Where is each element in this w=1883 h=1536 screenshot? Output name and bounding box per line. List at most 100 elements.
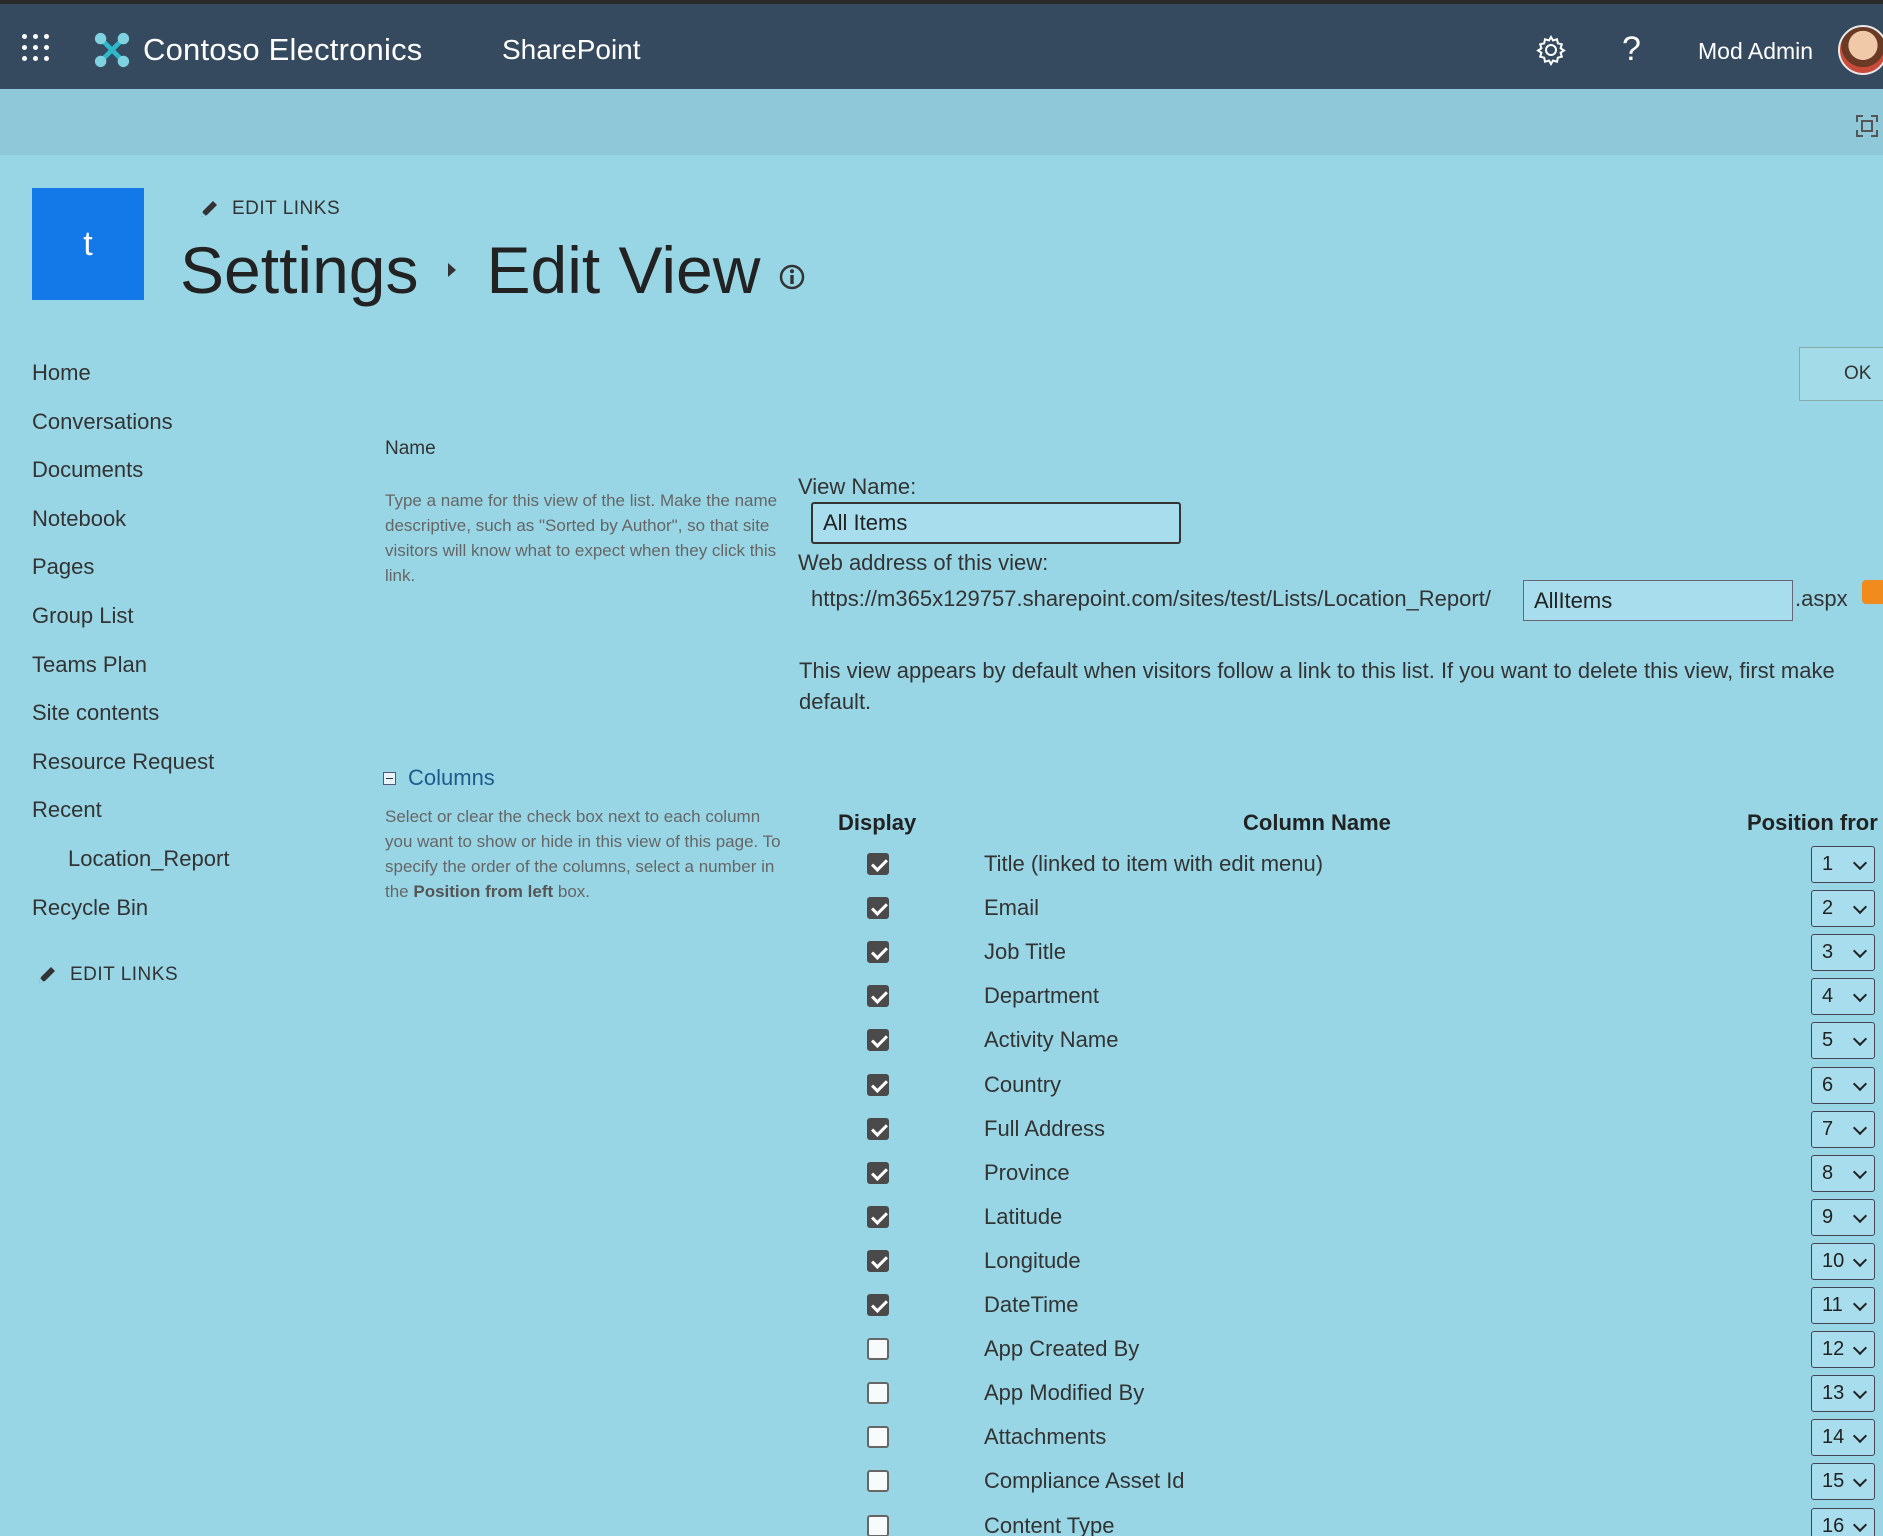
display-checkbox[interactable] [867, 1294, 889, 1316]
chevron-down-icon [1852, 900, 1868, 915]
help-icon[interactable]: ? [1622, 30, 1641, 69]
position-select[interactable]: 10 [1811, 1242, 1875, 1280]
table-row: Department 4 [0, 977, 1883, 1021]
position-select[interactable]: 11 [1811, 1287, 1875, 1324]
collapse-icon [383, 771, 396, 785]
brand-link[interactable]: Contoso Electronics [93, 31, 423, 69]
column-name: Email [984, 895, 1040, 921]
position-select[interactable]: 13 [1811, 1375, 1875, 1413]
position-select[interactable]: 12 [1811, 1331, 1875, 1369]
position-select[interactable]: 1 [1811, 846, 1875, 883]
position-value: 11 [1822, 1294, 1843, 1316]
column-name: App Modified By [984, 1380, 1145, 1406]
column-name: Activity Name [984, 1027, 1119, 1053]
url-suffix: .aspx [1795, 586, 1848, 611]
chevron-down-icon [1852, 1032, 1868, 1047]
position-select[interactable]: 15 [1811, 1463, 1875, 1501]
display-checkbox[interactable] [867, 853, 889, 875]
nav-item-pages[interactable]: Pages [32, 550, 229, 599]
breadcrumb-current: Edit View [486, 233, 761, 307]
info-icon[interactable] [778, 263, 806, 291]
breadcrumb-settings[interactable]: Settings [180, 232, 418, 308]
display-checkbox[interactable] [867, 1161, 889, 1184]
chevron-down-icon [1852, 1473, 1868, 1488]
focus-mode-icon[interactable] [1856, 115, 1878, 137]
chevron-down-icon [1852, 1164, 1868, 1179]
display-checkbox[interactable] [867, 1382, 889, 1405]
display-checkbox[interactable] [867, 1073, 889, 1096]
display-checkbox[interactable] [867, 1514, 889, 1536]
position-select[interactable]: 4 [1811, 978, 1875, 1016]
table-row: Country 6 [0, 1066, 1883, 1110]
waffle-icon[interactable] [22, 34, 52, 64]
position-select[interactable]: 6 [1811, 1066, 1875, 1104]
position-value: 9 [1822, 1205, 1834, 1228]
nav-item-conversations[interactable]: Conversations [32, 405, 229, 454]
default-view-note-line2: default. [799, 689, 872, 714]
nav-item-notebook[interactable]: Notebook [32, 502, 229, 551]
edit-links-label: EDIT LINKS [232, 198, 341, 219]
table-row: Province 8 [0, 1154, 1883, 1198]
position-value: 5 [1822, 1029, 1834, 1052]
display-checkbox[interactable] [867, 1205, 889, 1228]
web-address-label: Web address of this view: [798, 550, 1049, 575]
position-select[interactable]: 9 [1811, 1198, 1875, 1236]
view-name-input[interactable] [811, 502, 1181, 544]
column-name: Attachments [984, 1424, 1107, 1450]
column-name: Province [984, 1159, 1070, 1185]
chevron-down-icon [1852, 1252, 1868, 1267]
display-checkbox[interactable] [867, 897, 889, 920]
position-select[interactable]: 7 [1811, 1110, 1875, 1148]
display-checkbox[interactable] [867, 1249, 889, 1272]
table-row: Activity Name 5 [0, 1021, 1883, 1065]
avatar[interactable] [1838, 25, 1883, 75]
display-checkbox[interactable] [867, 1029, 889, 1052]
column-name: Job Title [984, 939, 1066, 965]
position-select[interactable]: 2 [1811, 890, 1875, 928]
gear-icon[interactable] [1535, 34, 1567, 66]
display-checkbox[interactable] [867, 1338, 889, 1361]
table-row: Content Type 16 [0, 1507, 1883, 1536]
brand-name: Contoso Electronics [143, 32, 423, 67]
position-value: 16 [1822, 1514, 1845, 1536]
position-select[interactable]: 8 [1811, 1154, 1875, 1192]
default-view-note: This view appears by default when visito… [799, 655, 1883, 717]
column-name: Country [984, 1071, 1062, 1097]
display-checkbox[interactable] [867, 985, 889, 1008]
default-view-note-line1: This view appears by default when visito… [799, 658, 1835, 683]
display-checkbox[interactable] [867, 1117, 889, 1140]
nav-item-resource-request[interactable]: Resource Request [32, 745, 229, 794]
columns-section-title: Columns [408, 765, 495, 790]
position-select[interactable]: 5 [1811, 1022, 1875, 1060]
nav-item-home[interactable]: Home [32, 356, 229, 405]
app-name-link[interactable]: SharePoint [502, 34, 641, 66]
display-checkbox[interactable] [867, 1470, 889, 1493]
position-select[interactable]: 14 [1811, 1419, 1875, 1457]
nav-item-site-contents[interactable]: Site contents [32, 696, 229, 745]
site-logo[interactable]: t [32, 188, 144, 300]
table-row: App Created By 12 [0, 1330, 1883, 1374]
user-name[interactable]: Mod Admin [1698, 38, 1813, 65]
ok-button[interactable]: OK [1799, 347, 1883, 401]
table-row: App Modified By 13 [0, 1374, 1883, 1418]
nav-item-group-list[interactable]: Group List [32, 599, 229, 648]
nav-item-recent[interactable]: Recent [32, 793, 229, 842]
rss-icon[interactable] [1862, 580, 1883, 604]
web-address-input[interactable] [1523, 580, 1793, 621]
display-checkbox[interactable] [867, 1426, 889, 1449]
chevron-down-icon [1852, 1385, 1868, 1400]
nav-item-documents[interactable]: Documents [32, 453, 229, 502]
table-row: Latitude 9 [0, 1198, 1883, 1242]
nav-item-teams-plan[interactable]: Teams Plan [32, 648, 229, 697]
view-name-label: View Name: [798, 474, 917, 499]
edit-links-top[interactable]: EDIT LINKS [198, 198, 340, 220]
page-title: Settings Edit View [180, 232, 806, 308]
columns-section-toggle[interactable]: Columns [383, 765, 495, 791]
position-select[interactable]: 16 [1811, 1507, 1875, 1536]
column-name: Content Type [984, 1512, 1115, 1536]
header-position: Position fror [1747, 810, 1878, 835]
position-select[interactable]: 3 [1811, 934, 1875, 972]
display-checkbox[interactable] [867, 941, 889, 964]
name-section-title: Name [385, 438, 436, 459]
table-row: DateTime 11 [0, 1286, 1883, 1330]
